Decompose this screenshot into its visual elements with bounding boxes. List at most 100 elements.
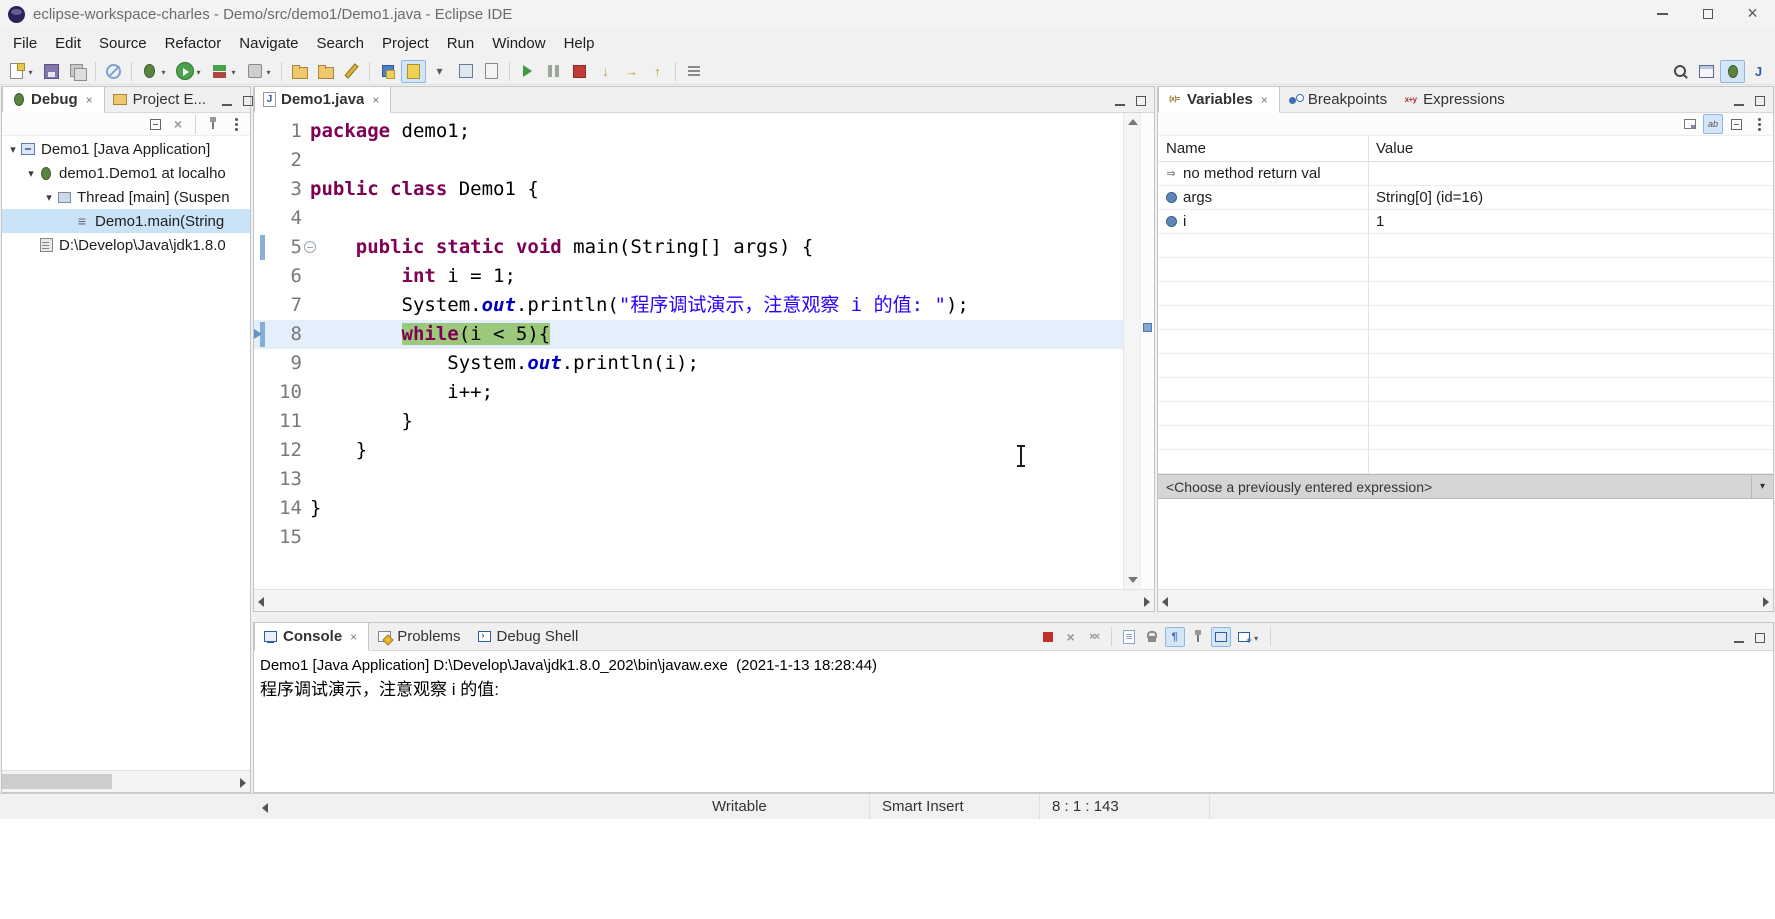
new-package-button[interactable]	[313, 60, 338, 83]
code-line[interactable]: 12 }	[254, 436, 1123, 465]
remove-all-terminated-button[interactable]	[168, 114, 188, 134]
code-line[interactable]: 9 System.out.println(i);	[254, 349, 1123, 378]
tab-expressions[interactable]: Expressions	[1395, 87, 1513, 112]
variables-hscrollbar[interactable]	[1158, 589, 1773, 611]
tab-variables[interactable]: Variables	[1158, 87, 1280, 113]
terminate-button[interactable]	[1038, 627, 1058, 647]
collapse-all-button[interactable]	[145, 114, 165, 134]
debug-button[interactable]	[137, 60, 171, 83]
debug-perspective-button[interactable]	[1720, 59, 1745, 83]
suspend-button[interactable]	[541, 60, 566, 83]
menu-item-search[interactable]: Search	[307, 28, 373, 58]
variable-row[interactable]: args String[0] (id=16)	[1158, 186, 1773, 210]
scroll-right-icon[interactable]	[1144, 597, 1150, 607]
pin-console-button[interactable]	[1188, 627, 1208, 647]
marker-gutter[interactable]	[254, 262, 269, 291]
marker-gutter[interactable]	[254, 523, 269, 552]
code-line[interactable]: 15	[254, 523, 1123, 552]
clear-console-button[interactable]	[1119, 627, 1139, 647]
close-icon[interactable]	[83, 93, 96, 106]
view-menu-button[interactable]	[1749, 114, 1769, 134]
marker-gutter[interactable]	[254, 291, 269, 320]
new-java-project-button[interactable]	[287, 60, 312, 83]
step-into-button[interactable]	[593, 60, 618, 83]
code-editor[interactable]: 1 package demo1; 2 3 public class Demo1 {4 5 …	[254, 113, 1123, 589]
editor-hscrollbar[interactable]	[254, 589, 1154, 611]
code-line[interactable]: 3 public class Demo1 {	[254, 175, 1123, 204]
scroll-down-icon[interactable]	[1128, 577, 1138, 583]
minimize-view-button[interactable]	[1733, 631, 1745, 643]
remove-all-launches-button[interactable]	[1084, 627, 1104, 647]
menu-item-project[interactable]: Project	[373, 28, 438, 58]
variables-detail-pane[interactable]	[1158, 500, 1773, 589]
minimize-view-button[interactable]	[1114, 94, 1126, 106]
display-selected-console-button[interactable]	[1210, 626, 1231, 647]
debug-tree-item[interactable]: Demo1.main(String	[2, 209, 250, 233]
skip-all-breakpoints-button[interactable]	[101, 60, 126, 83]
menu-item-window[interactable]: Window	[483, 28, 554, 58]
java-perspective-button[interactable]	[1746, 60, 1771, 83]
scroll-right-icon[interactable]	[1763, 597, 1769, 607]
next-annotation-button[interactable]	[427, 60, 452, 83]
scroll-lock-button[interactable]	[1142, 627, 1162, 647]
open-perspective-button[interactable]	[1694, 60, 1719, 83]
menu-item-run[interactable]: Run	[438, 28, 484, 58]
tab-problems[interactable]: Problems	[369, 623, 468, 650]
console-output[interactable]: Demo1 [Java Application] D:\Develop\Java…	[254, 651, 1773, 792]
use-step-filters-button[interactable]	[681, 60, 706, 83]
show-logical-structures-button[interactable]	[1680, 114, 1700, 134]
minimize-view-button[interactable]	[221, 94, 233, 106]
code-line[interactable]: 14}	[254, 494, 1123, 523]
minimize-window-button[interactable]	[1640, 0, 1685, 28]
tab-project-e[interactable]: Project E...	[105, 87, 214, 112]
console-scroll-left-button[interactable]	[257, 798, 275, 816]
column-header-value[interactable]: Value	[1368, 140, 1413, 157]
overview-ruler[interactable]	[1140, 113, 1154, 589]
marker-gutter[interactable]	[254, 465, 269, 494]
close-icon[interactable]	[347, 630, 360, 643]
variable-row[interactable]: i1	[1158, 210, 1773, 234]
save-all-button[interactable]	[65, 60, 90, 83]
code-line[interactable]: 13	[254, 465, 1123, 494]
run-external-tools-button[interactable]	[242, 60, 276, 83]
code-line[interactable]: 4	[254, 204, 1123, 233]
tab-console[interactable]: Console	[254, 623, 370, 651]
marker-gutter[interactable]	[254, 233, 269, 262]
debug-tree-item[interactable]: D:\Develop\Java\jdk1.8.0	[2, 233, 250, 257]
code-line[interactable]: 2	[254, 146, 1123, 175]
menu-item-edit[interactable]: Edit	[46, 28, 90, 58]
open-task-button[interactable]	[479, 60, 504, 83]
code-line[interactable]: 8 while(i < 5){	[254, 320, 1123, 349]
marker-gutter[interactable]	[254, 407, 269, 436]
marker-gutter[interactable]	[254, 175, 269, 204]
marker-gutter[interactable]	[254, 494, 269, 523]
code-line[interactable]: 6 int i = 1;	[254, 262, 1123, 291]
debug-tree-item[interactable]: Demo1 [Java Application]	[2, 137, 250, 161]
menu-item-source[interactable]: Source	[90, 28, 156, 58]
marker-gutter[interactable]	[254, 146, 269, 175]
marker-gutter[interactable]	[254, 436, 269, 465]
scroll-left-icon[interactable]	[1162, 597, 1168, 607]
tab-debug-shell[interactable]: Debug Shell	[469, 623, 587, 650]
step-return-button[interactable]	[645, 60, 670, 83]
code-line[interactable]: 11 }	[254, 407, 1123, 436]
marker-gutter[interactable]	[254, 378, 269, 407]
collapse-all-button[interactable]	[1726, 114, 1746, 134]
tab-debug[interactable]: Debug	[2, 87, 105, 113]
run-button[interactable]	[172, 60, 206, 83]
resume-button[interactable]	[515, 60, 540, 83]
close-window-button[interactable]	[1730, 0, 1775, 28]
minimize-view-button[interactable]	[1733, 94, 1745, 106]
code-line[interactable]: 1 package demo1;	[254, 117, 1123, 146]
variable-row[interactable]: no method return val	[1158, 162, 1773, 186]
maximize-view-button[interactable]	[1754, 631, 1766, 643]
code-line[interactable]: 5 public static void main(String[] args)…	[254, 233, 1123, 262]
coverage-button[interactable]	[207, 60, 241, 83]
menu-item-refactor[interactable]: Refactor	[156, 28, 231, 58]
new-class-button[interactable]	[339, 60, 364, 83]
maximize-window-button[interactable]	[1685, 0, 1730, 28]
scroll-left-icon[interactable]	[258, 597, 264, 607]
chevron-down-icon[interactable]	[24, 167, 38, 180]
close-icon[interactable]	[1258, 93, 1271, 106]
chevron-down-icon[interactable]	[1751, 475, 1773, 498]
